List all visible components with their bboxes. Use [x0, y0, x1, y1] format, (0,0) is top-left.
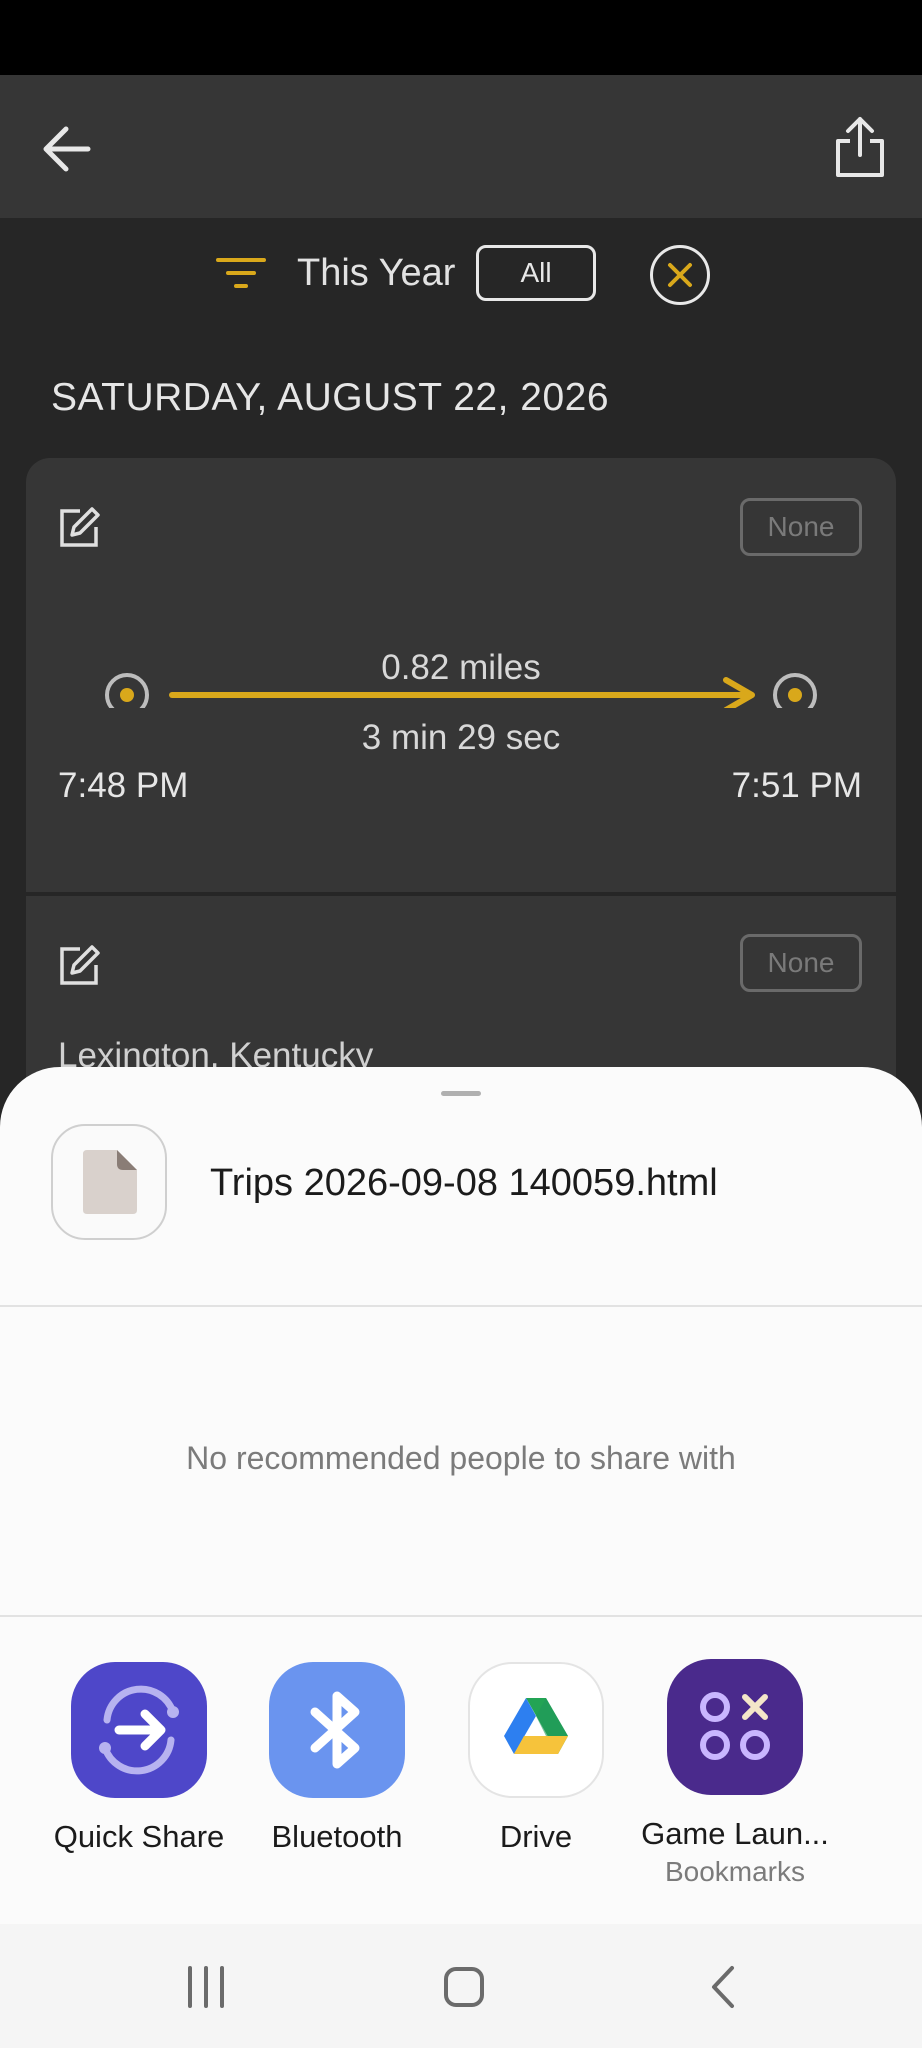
file-thumbnail [51, 1124, 167, 1240]
category-button[interactable]: None [740, 934, 862, 992]
no-people-message: No recommended people to share with [186, 1440, 736, 1476]
drive-icon[interactable] [468, 1662, 604, 1798]
trip-card[interactable]: None 0.82 miles 3 min 29 sec 7:48 PM 7:5… [26, 458, 896, 892]
close-circle-icon[interactable] [650, 245, 710, 305]
game-launcher-icon[interactable] [667, 1659, 803, 1795]
recents-icon[interactable] [186, 1966, 226, 2008]
trip-end-time: 7:51 PM [731, 766, 862, 805]
share-icon[interactable] [830, 115, 890, 179]
file-name: Trips 2026-09-08 140059.html [210, 1162, 718, 1204]
arrow-left-icon[interactable] [38, 121, 102, 177]
date-heading: SATURDAY, AUGUST 22, 2026 [51, 376, 610, 419]
trip-duration: 3 min 29 sec [361, 718, 561, 757]
share-app-label: Drive [499, 1819, 573, 1854]
share-app-label: Game Laun... [641, 1816, 829, 1851]
share-app-label: Quick Share [53, 1819, 225, 1854]
trip-distance: 0.82 miles [381, 648, 541, 687]
filter-icon[interactable] [216, 257, 266, 291]
quick-share-icon[interactable] [71, 1662, 207, 1798]
divider [0, 1615, 922, 1617]
filter-row: This Year All [0, 218, 922, 328]
share-app-label: Bluetooth [271, 1819, 403, 1854]
status-bar [0, 0, 922, 75]
trip-start-time: 7:48 PM [58, 766, 189, 805]
back-icon[interactable] [708, 1964, 738, 2010]
divider [0, 1305, 922, 1307]
navigation-bar [0, 1924, 922, 2048]
edit-icon[interactable] [58, 945, 100, 987]
all-button[interactable]: All [476, 245, 596, 301]
category-button[interactable]: None [740, 498, 862, 556]
share-sheet: Trips 2026-09-08 140059.html No recommen… [0, 1067, 922, 1924]
home-icon[interactable] [443, 1966, 485, 2008]
share-app-sublabel: Bookmarks [664, 1856, 806, 1887]
edit-icon[interactable] [58, 507, 100, 549]
document-icon [83, 1150, 137, 1214]
bluetooth-icon[interactable] [269, 1662, 405, 1798]
filter-label[interactable]: This Year [297, 252, 455, 295]
sheet-drag-handle[interactable] [441, 1091, 481, 1096]
app-bar [0, 75, 922, 218]
